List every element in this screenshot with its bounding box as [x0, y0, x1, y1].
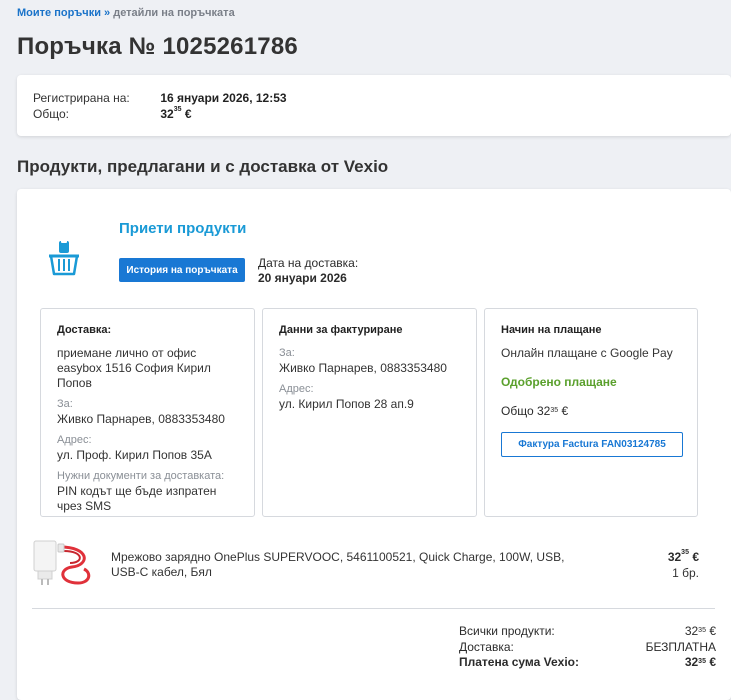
- totals-delivery-value: БЕЗПЛАТНА: [645, 640, 716, 654]
- product-image[interactable]: [32, 539, 94, 587]
- payment-box-header: Начин на плащане: [501, 324, 602, 336]
- billing-for-value: Живко Парнарев, 0883353480: [279, 361, 447, 375]
- delivery-method: приемане лично от офис easybox 1516 Софи…: [57, 346, 211, 390]
- divider: [32, 608, 715, 609]
- billing-box: Данни за фактуриране За: Живко Парнарев,…: [262, 308, 477, 517]
- shipment-status: Приети продукти: [119, 220, 247, 237]
- totals-delivery-label: Доставка:: [459, 640, 514, 654]
- breadcrumb-current: детайли на поръчката: [113, 7, 235, 19]
- totals-products-value: 3235 €: [684, 624, 716, 638]
- delivery-docs-label: Нужни документи за доставката:: [57, 470, 225, 482]
- product-name[interactable]: Мрежово зарядно OnePlus SUPERVOOC, 54611…: [111, 550, 581, 580]
- invoice-button[interactable]: Фактура Factura FAN03124785: [501, 432, 683, 457]
- totals-paid-label: Платена сума Vexio:: [459, 655, 579, 669]
- delivery-address-label: Адрес:: [57, 434, 92, 446]
- shipment-card: Приети продукти История на поръчката Дат…: [17, 189, 731, 700]
- payment-box: Начин на плащане Онлайн плащане с Google…: [484, 308, 698, 517]
- totals-paid-value: 3235 €: [684, 655, 716, 669]
- billing-box-header: Данни за фактуриране: [279, 324, 403, 336]
- payment-total: Общо 3235 €: [501, 404, 569, 418]
- registered-label: Регистрирана на:: [33, 91, 130, 105]
- total-label: Общо:: [33, 107, 69, 121]
- billing-address-label: Адрес:: [279, 383, 314, 395]
- billing-for-label: За:: [279, 347, 295, 359]
- basket-icon: [49, 241, 79, 276]
- delivery-date-label: Дата на доставка:: [258, 256, 359, 270]
- breadcrumb: Моите поръчки » детайли на поръчката: [17, 7, 235, 19]
- section-title: Продукти, предлагани и с доставка от Vex…: [17, 157, 389, 176]
- registered-value: 16 януари 2026, 12:53: [160, 91, 287, 105]
- total-row: Общо: 3235 €: [33, 106, 192, 121]
- registered-row: Регистрирана на: 16 януари 2026, 12:53: [33, 91, 287, 105]
- delivery-address-value: ул. Проф. Кирил Попов 35А: [57, 448, 212, 462]
- total-value: 3235 €: [160, 106, 192, 121]
- delivery-docs-value: PIN кодът ще бъде изпратен чрез SMS: [57, 484, 217, 513]
- breadcrumb-my-orders-link[interactable]: Моите поръчки: [17, 7, 101, 19]
- delivery-box: Доставка: приемане лично от офис easybox…: [40, 308, 255, 517]
- payment-method: Онлайн плащане с Google Pay: [501, 346, 673, 360]
- product-price: 3235 €: [667, 549, 699, 564]
- payment-status: Одобрено плащане: [501, 375, 617, 389]
- delivery-box-header: Доставка:: [57, 324, 112, 336]
- delivery-date-value: 20 януари 2026: [258, 271, 347, 285]
- delivery-for-label: За:: [57, 398, 73, 410]
- order-history-button[interactable]: История на поръчката: [119, 258, 245, 282]
- totals-products-label: Всички продукти:: [459, 624, 555, 638]
- product-quantity: 1 бр.: [672, 566, 699, 580]
- order-summary-card: Регистрирана на: 16 януари 2026, 12:53 О…: [17, 75, 731, 136]
- delivery-for-value: Живко Парнарев, 0883353480: [57, 412, 225, 426]
- billing-address-value: ул. Кирил Попов 28 ап.9: [279, 397, 414, 411]
- breadcrumb-separator: »: [104, 7, 111, 19]
- delivery-date: Дата на доставка: 20 януари 2026: [258, 256, 358, 286]
- page-title: Поръчка № 1025261786: [17, 33, 298, 60]
